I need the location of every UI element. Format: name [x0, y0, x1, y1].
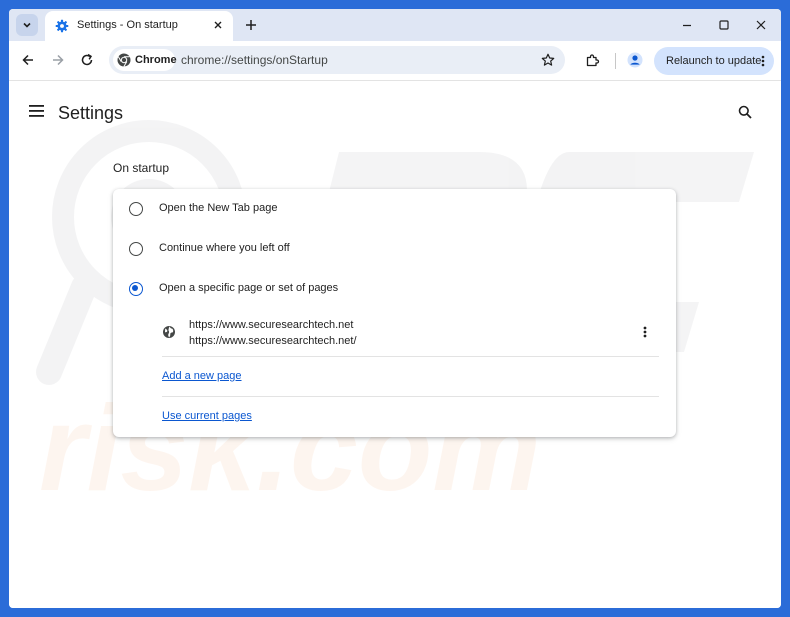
more-vertical-icon: [761, 55, 765, 67]
settings-page: risk.com Settings On startup Open the Ne…: [9, 82, 781, 608]
reload-button[interactable]: [76, 49, 98, 71]
tab-strip: Settings - On startup: [9, 9, 781, 41]
tab-search-button[interactable]: [16, 14, 38, 36]
tab-title: Settings - On startup: [77, 19, 178, 31]
startup-page-menu-button[interactable]: [638, 323, 652, 341]
search-settings-button[interactable]: [736, 103, 754, 121]
chevron-down-icon: [23, 22, 31, 28]
page-title: Settings: [58, 103, 124, 123]
relaunch-label: Relaunch to update: [666, 55, 762, 67]
option-label: Open the New Tab page: [159, 202, 278, 214]
avatar-icon: [627, 52, 643, 68]
toolbar-separator: [615, 53, 616, 69]
startup-page-title: https://www.securesearchtech.net: [189, 319, 354, 331]
option-continue[interactable]: Continue where you left off: [113, 229, 676, 269]
add-page-row: Add a new page: [162, 357, 659, 397]
browser-menu-button[interactable]: [756, 53, 770, 69]
startup-page-entry: https://www.securesearchtech.net https:/…: [162, 309, 659, 357]
minimize-button[interactable]: [677, 15, 697, 35]
minimize-icon: [683, 24, 691, 27]
radio-button[interactable]: [129, 202, 143, 216]
option-new-tab[interactable]: Open the New Tab page: [113, 189, 676, 229]
relaunch-button[interactable]: Relaunch to update: [654, 47, 774, 75]
use-current-row: Use current pages: [162, 397, 659, 437]
site-info-chip[interactable]: Chrome: [113, 49, 177, 71]
option-specific-pages[interactable]: Open a specific page or set of pages: [113, 269, 676, 309]
new-tab-button[interactable]: [241, 15, 261, 35]
url-text[interactable]: chrome://settings/onStartup: [181, 53, 328, 67]
arrow-right-icon: [53, 54, 64, 66]
extensions-button[interactable]: [581, 49, 603, 71]
browser-window: Settings - On startup Chrome chrome://se…: [9, 9, 781, 608]
puzzle-icon: [586, 53, 599, 66]
maximize-button[interactable]: [714, 15, 734, 35]
option-label: Continue where you left off: [159, 242, 290, 254]
add-new-page-link[interactable]: Add a new page: [162, 370, 242, 382]
window-close-button[interactable]: [751, 15, 771, 35]
tab-close-button[interactable]: [210, 17, 226, 33]
search-icon: [738, 105, 752, 119]
radio-button-selected[interactable]: [129, 282, 143, 296]
chrome-logo-icon: [117, 53, 131, 67]
radio-button[interactable]: [129, 242, 143, 256]
close-icon: [214, 21, 222, 29]
forward-button[interactable]: [47, 49, 69, 71]
option-label: Open a specific page or set of pages: [159, 282, 339, 294]
reload-icon: [81, 53, 93, 66]
more-vertical-icon: [643, 326, 647, 338]
startup-settings-card: Open the New Tab page Continue where you…: [113, 189, 676, 437]
use-current-pages-link[interactable]: Use current pages: [162, 410, 252, 422]
close-icon: [756, 20, 766, 30]
bookmark-button[interactable]: [539, 51, 557, 69]
arrow-left-icon: [22, 54, 33, 66]
chip-label: Chrome: [135, 54, 177, 66]
back-button[interactable]: [17, 49, 39, 71]
globe-icon: [163, 326, 175, 338]
menu-icon[interactable]: [29, 104, 45, 118]
section-title: On startup: [113, 161, 170, 175]
star-icon: [541, 53, 555, 66]
maximize-icon: [719, 20, 729, 30]
active-tab[interactable]: Settings - On startup: [45, 11, 233, 41]
address-bar[interactable]: Chrome chrome://settings/onStartup: [109, 46, 565, 74]
browser-toolbar: Chrome chrome://settings/onStartup Relau…: [9, 41, 781, 81]
plus-icon: [246, 20, 256, 30]
gear-icon: [55, 19, 69, 33]
startup-page-url: https://www.securesearchtech.net/: [189, 335, 357, 347]
profile-button[interactable]: [624, 49, 646, 71]
